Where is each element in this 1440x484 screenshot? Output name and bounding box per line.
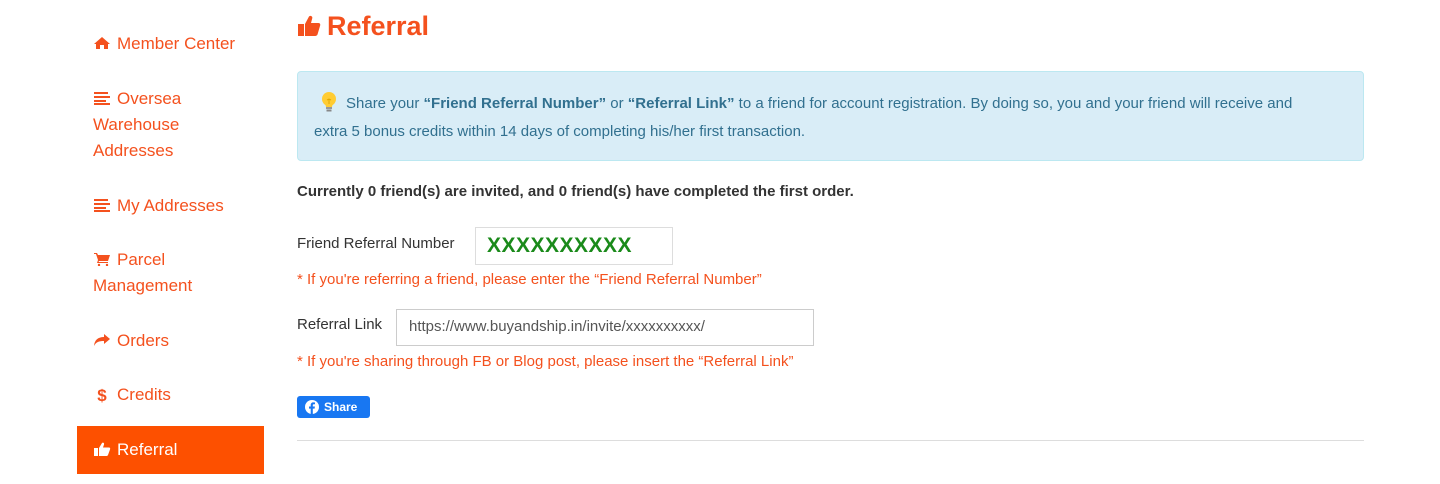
share-arrow-icon (94, 334, 110, 346)
sidebar-item-member-center[interactable]: Member Center (77, 31, 264, 57)
list-icon (94, 92, 110, 105)
dollar-icon: $ (97, 386, 107, 405)
sidebar-item-label: Referral (117, 440, 178, 459)
info-alert: Share your “Friend Referral Number” or “… (297, 71, 1364, 161)
friend-referral-number-field[interactable]: XXXXXXXXXX (475, 227, 673, 265)
facebook-icon (305, 400, 319, 414)
info-text-line2: extra 5 bonus credits within 14 days of … (314, 123, 806, 140)
facebook-share-button[interactable]: Share (297, 396, 370, 418)
thumbs-up-icon (94, 442, 111, 456)
thumbs-up-icon (298, 15, 321, 36)
sidebar-item-credits[interactable]: $ Credits (77, 382, 264, 408)
friend-referral-number-label: Friend Referral Number (297, 235, 455, 252)
facebook-share-label: Share (324, 400, 358, 414)
sidebar-item-label-line3: Addresses (93, 141, 174, 160)
list-icon (94, 199, 110, 212)
sidebar-item-label: My Addresses (117, 196, 224, 215)
sidebar-item-label: Oversea (117, 89, 182, 108)
info-text-2: or (606, 95, 628, 112)
info-text-3: to a friend for account registration. By… (734, 95, 1293, 112)
sidebar-item-label: Parcel (117, 250, 166, 269)
sidebar-item-label: Orders (117, 331, 169, 350)
divider (297, 440, 1364, 441)
cart-icon (94, 253, 110, 266)
sidebar-item-label: Member Center (117, 34, 236, 53)
info-text-1: Share your (346, 95, 424, 112)
home-icon (94, 37, 110, 49)
sidebar-item-label-line2: Warehouse (93, 115, 180, 134)
sidebar-item-referral[interactable]: Referral (77, 426, 264, 474)
sidebar-item-parcel-management[interactable]: Parcel Management (77, 247, 264, 299)
page-title: Referral (297, 8, 429, 44)
info-strong-friend-referral-number: “Friend Referral Number” (423, 95, 607, 112)
sidebar-item-oversea-warehouse-addresses[interactable]: Oversea Warehouse Addresses (77, 86, 264, 164)
referral-link-field[interactable]: https://www.buyandship.in/invite/xxxxxxx… (396, 309, 814, 346)
info-strong-referral-link: “Referral Link” (627, 95, 735, 112)
invite-stats: Currently 0 friend(s) are invited, and 0… (297, 183, 854, 200)
sidebar-item-my-addresses[interactable]: My Addresses (77, 193, 264, 219)
referral-link-hint: * If you're sharing through FB or Blog p… (297, 353, 794, 370)
friend-referral-number-hint: * If you're referring a friend, please e… (297, 271, 762, 288)
sidebar-item-label: Credits (117, 385, 171, 404)
sidebar-item-orders[interactable]: Orders (77, 328, 264, 354)
sidebar-item-label-line2: Management (93, 276, 193, 295)
referral-link-label: Referral Link (297, 316, 383, 333)
lightbulb-icon (322, 92, 336, 112)
page-title-text: Referral (327, 11, 430, 41)
